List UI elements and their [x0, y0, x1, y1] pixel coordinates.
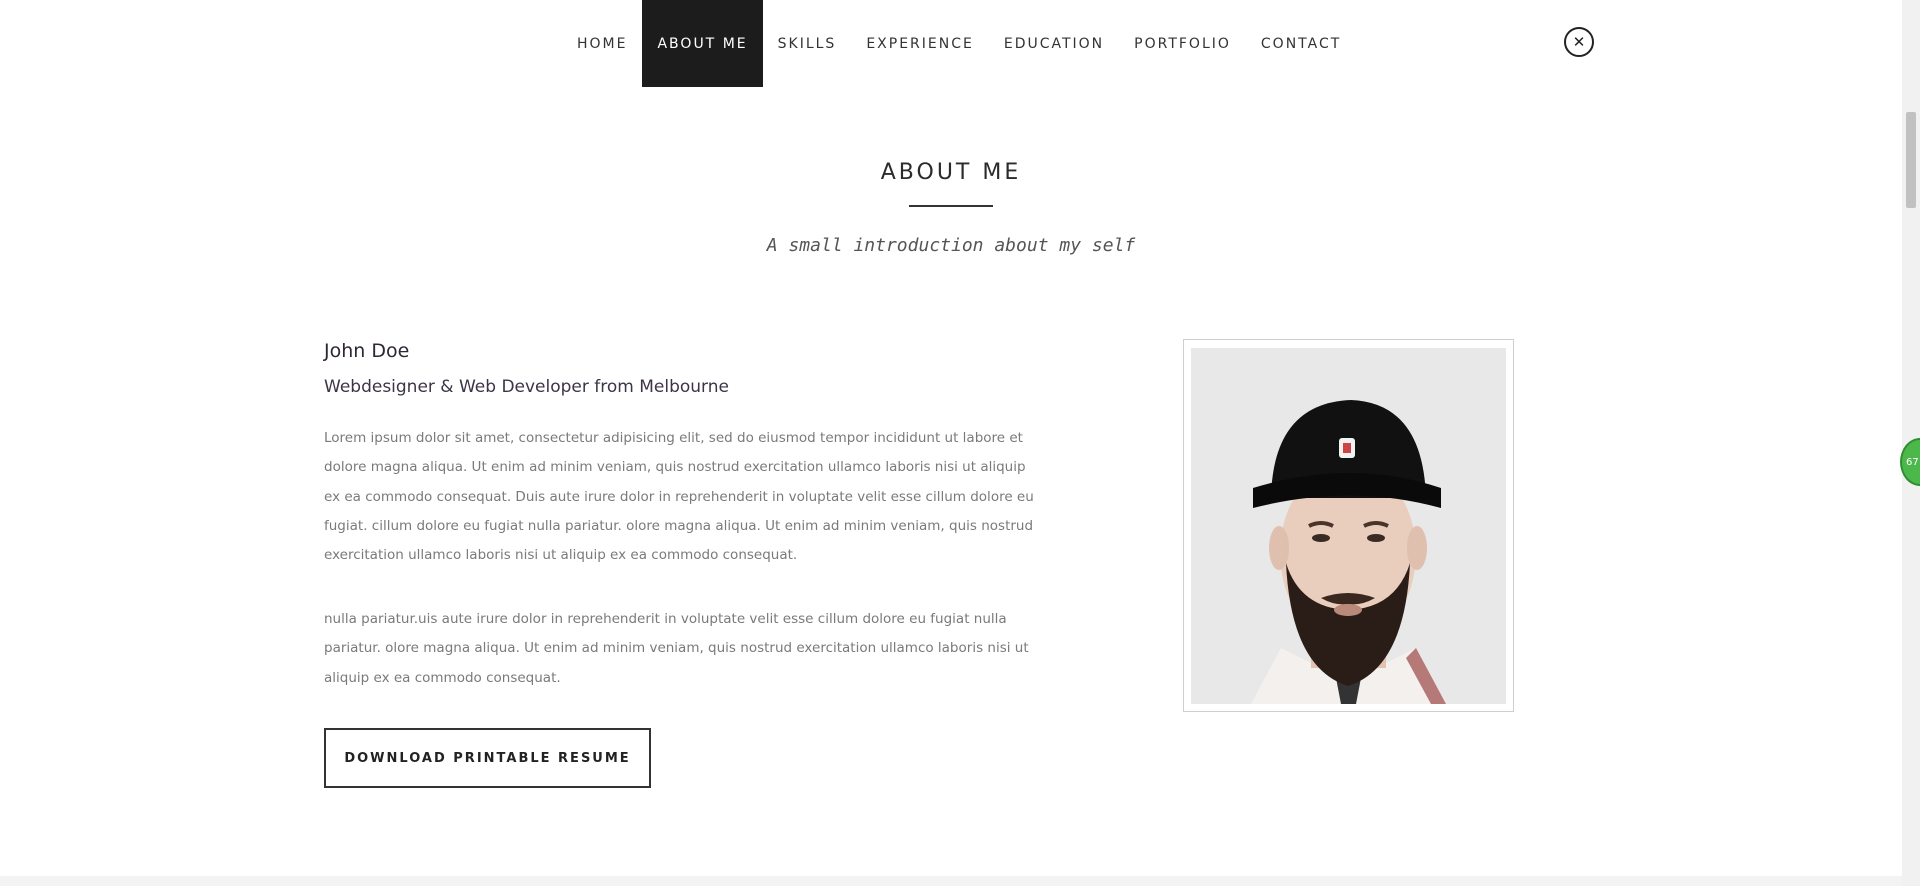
nav-item-skills[interactable]: SKILLS: [763, 0, 852, 87]
close-icon[interactable]: ✕: [1564, 27, 1594, 57]
nav-item-portfolio[interactable]: PORTFOLIO: [1119, 0, 1246, 87]
nav-item-home[interactable]: HOME: [562, 0, 642, 87]
nav-menu: HOME ABOUT ME SKILLS EXPERIENCE EDUCATIO…: [562, 0, 1356, 87]
nav-item-contact[interactable]: CONTACT: [1246, 0, 1356, 87]
profile-name: John Doe: [324, 340, 410, 362]
top-navigation: HOME ABOUT ME SKILLS EXPERIENCE EDUCATIO…: [0, 0, 1902, 87]
nav-item-education[interactable]: EDUCATION: [989, 0, 1119, 87]
section-title: ABOUT ME: [880, 160, 1022, 185]
about-paragraph-2: nulla pariatur.uis aute irure dolor in r…: [324, 611, 1029, 686]
profile-photo: [1191, 348, 1506, 704]
profile-role: Webdesigner & Web Developer from Melbour…: [324, 377, 729, 397]
footer-strip: [0, 876, 1902, 886]
download-resume-button[interactable]: DOWNLOAD PRINTABLE RESUME: [324, 728, 651, 788]
title-divider: [909, 205, 993, 207]
nav-item-experience[interactable]: EXPERIENCE: [851, 0, 989, 87]
profile-photo-frame: [1183, 339, 1514, 712]
scrollbar-thumb[interactable]: [1906, 112, 1916, 208]
about-paragraph-1: Lorem ipsum dolor sit amet, consectetur …: [324, 430, 1034, 564]
section-subtitle: A small introduction about my self: [766, 235, 1136, 256]
nav-item-about-me[interactable]: ABOUT ME: [642, 0, 763, 87]
